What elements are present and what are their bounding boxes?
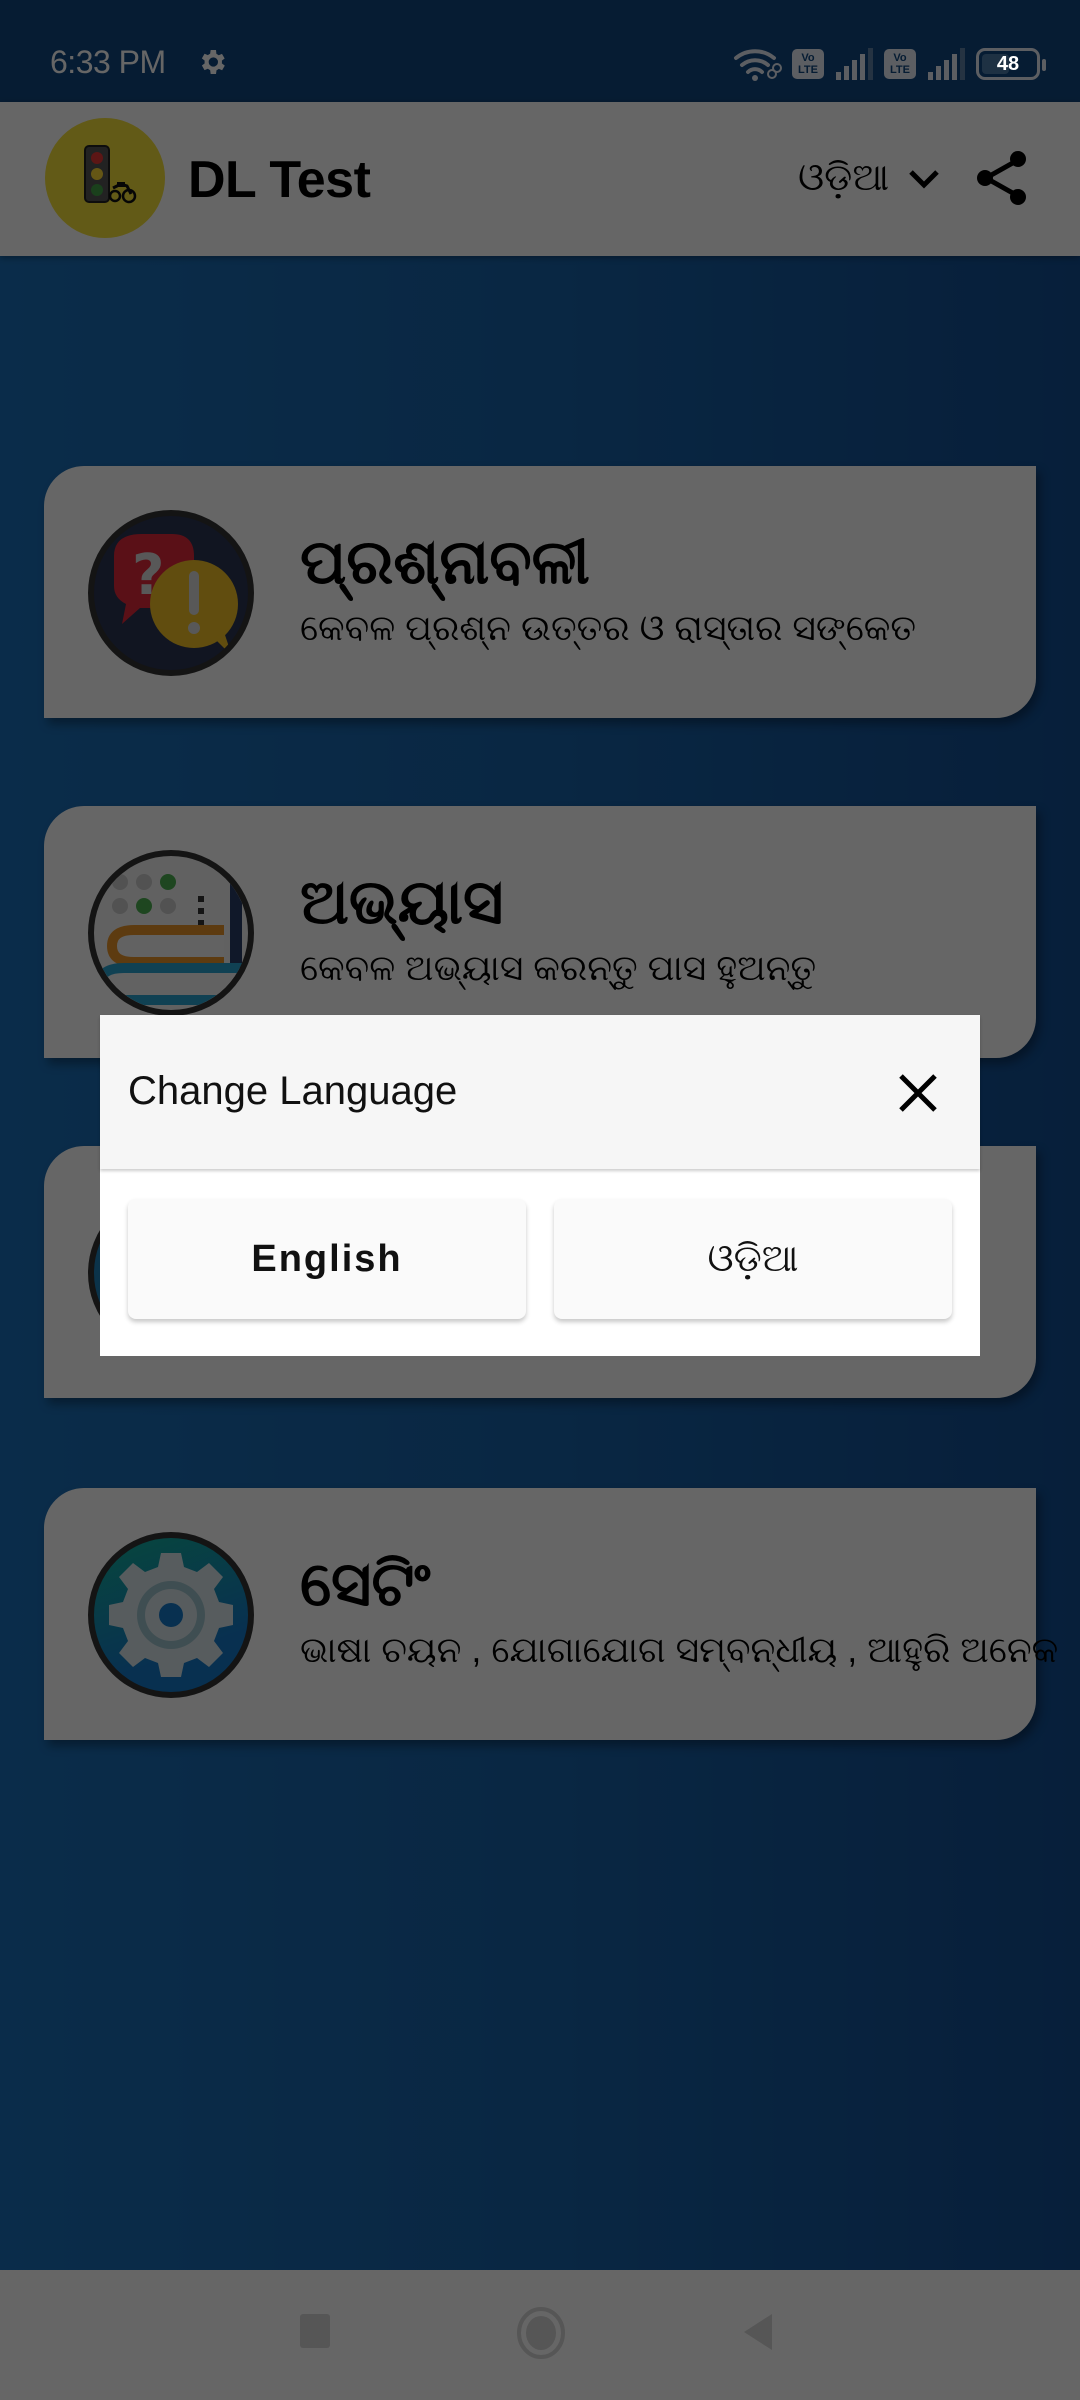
close-icon [899, 1074, 937, 1112]
language-option-odia[interactable]: ଓଡ଼ିଆ [554, 1199, 952, 1319]
dialog-header: Change Language [100, 1015, 980, 1169]
battery-level: 48 [996, 52, 1020, 75]
dialog-title: Change Language [128, 1069, 458, 1113]
language-option-english[interactable]: English [128, 1199, 526, 1319]
dialog-close-button[interactable] [890, 1065, 946, 1121]
change-language-dialog: Change Language English ଓଡ଼ିଆ [100, 1015, 980, 1356]
